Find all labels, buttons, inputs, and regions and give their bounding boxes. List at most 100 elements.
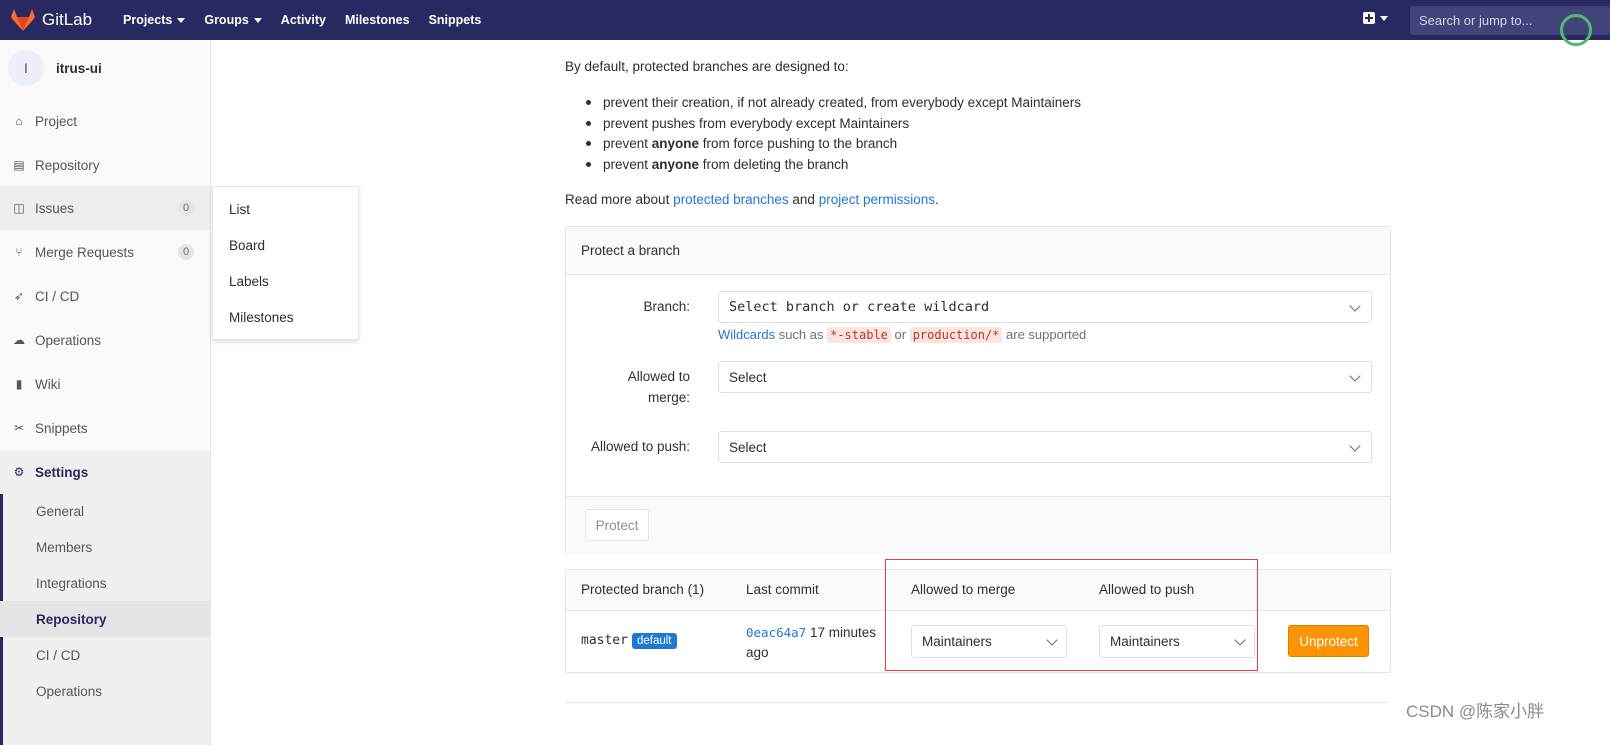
bullet-text: from deleting the branch [699, 157, 849, 172]
flyout-item-board[interactable]: Board [229, 227, 265, 263]
project-avatar: I [8, 50, 44, 86]
chevron-down-icon [1349, 440, 1361, 452]
settings-sub-general[interactable]: General [36, 493, 84, 529]
sidebar-item-snippets[interactable]: ✂ Snippets [0, 406, 210, 450]
chevron-down-icon [1349, 300, 1361, 312]
branch-select-placeholder: Select branch or create wildcard [729, 299, 990, 315]
nav-milestones[interactable]: Milestones [345, 13, 410, 27]
hint-text: are supported [1002, 327, 1087, 342]
nav-groups-label: Groups [204, 13, 249, 27]
settings-sub-members[interactable]: Members [36, 529, 92, 565]
user-avatar[interactable] [1560, 14, 1592, 46]
sidebar-item-ci-cd[interactable]: ➶ CI / CD [0, 274, 210, 318]
bullet-text: from force pushing to the branch [699, 136, 898, 151]
annotation-highlight-box [885, 559, 1258, 671]
sidebar-item-label: Issues [35, 200, 75, 216]
document-icon: ▤ [13, 158, 25, 172]
merge-requests-count-badge: 0 [178, 244, 194, 260]
chevron-down-icon [177, 17, 186, 23]
commit-time-suffix: ago [746, 645, 769, 660]
settings-sub-repository[interactable]: Repository [36, 601, 107, 637]
rocket-icon: ➶ [13, 289, 25, 303]
plus-icon [1363, 12, 1375, 24]
nav-projects-label: Projects [123, 13, 173, 27]
sidebar-item-label: Wiki [35, 376, 61, 392]
settings-sub-integrations[interactable]: Integrations [36, 565, 107, 601]
divider [565, 702, 1389, 703]
nav-activity[interactable]: Activity [281, 13, 326, 27]
sidebar-item-operations[interactable]: ☁ Operations [0, 318, 210, 362]
allowed-to-push-value: Select [729, 440, 767, 455]
protect-branch-panel: Protect a branch Branch: Select branch o… [565, 226, 1391, 554]
sidebar-item-label: Project [35, 113, 78, 129]
project-name: itrus-ui [56, 60, 102, 76]
sidebar-item-project[interactable]: ⌂ Project [0, 99, 210, 143]
nav-projects[interactable]: Projects [123, 13, 186, 27]
bullet-bold: anyone [651, 136, 700, 151]
panel-footer: Protect [566, 496, 1390, 554]
project-permissions-link[interactable]: project permissions [819, 192, 935, 207]
merge-label-line1: Allowed to [627, 369, 690, 384]
branch-select[interactable]: Select branch or create wildcard [718, 291, 1372, 323]
flyout-item-labels[interactable]: Labels [229, 263, 269, 299]
read-more-text: Read more about protected branches and p… [565, 192, 939, 207]
hint-code-production: production/* [909, 327, 1003, 343]
protect-button[interactable]: Protect [585, 509, 649, 541]
default-badge: default [631, 633, 677, 649]
hint-code-stable: *-stable [827, 327, 891, 343]
allowed-to-merge-select[interactable]: Select [718, 361, 1372, 393]
bullet-text: prevent their creation, if not already c… [603, 95, 1081, 110]
rule-bullet: prevent anyone from force pushing to the… [586, 136, 897, 151]
chevron-down-icon [1380, 15, 1388, 21]
flyout-item-list[interactable]: List [229, 191, 250, 227]
merge-label-line2: merge: [647, 390, 690, 405]
book-icon: ▮ [15, 377, 23, 391]
nav-groups[interactable]: Groups [204, 13, 262, 27]
commit-time: 17 minutes [809, 625, 877, 640]
sidebar-item-label: Snippets [35, 420, 88, 436]
read-more-and: and [788, 192, 819, 207]
new-dropdown-button[interactable] [1363, 12, 1388, 24]
sidebar-item-label: Merge Requests [35, 244, 135, 260]
rule-bullet: prevent anyone from deleting the branch [586, 157, 848, 172]
branch-label: Branch: [643, 299, 690, 314]
top-navbar: GitLab Projects Groups Activity Mileston… [0, 0, 1610, 46]
project-sidebar: I itrus-ui ⌂ Project ▤ Repository ◫ Issu… [0, 40, 211, 745]
sidebar-item-repository[interactable]: ▤ Repository [0, 143, 210, 187]
issues-count-badge: 0 [178, 200, 194, 216]
last-commit-cell: 0eac64a7 17 minutes ago [746, 623, 876, 663]
project-header[interactable]: I itrus-ui [8, 50, 102, 86]
col-last-commit: Last commit [746, 582, 819, 597]
gear-icon: ⚙ [13, 465, 25, 479]
hint-text: or [890, 327, 910, 342]
sidebar-item-label: Settings [35, 464, 89, 480]
unprotect-button[interactable]: Unprotect [1288, 625, 1369, 657]
protected-branches-link[interactable]: protected branches [673, 192, 789, 207]
allowed-to-merge-value: Select [729, 370, 767, 385]
brand-name: GitLab [42, 10, 93, 29]
bullet-text: prevent [603, 157, 652, 172]
sidebar-item-issues[interactable]: ◫ Issues 0 [0, 186, 210, 230]
watermark: CSDN @陈家小胖 [1406, 702, 1545, 721]
flyout-item-milestones[interactable]: Milestones [229, 299, 294, 335]
sidebar-item-merge-requests[interactable]: ⑂ Merge Requests 0 [0, 230, 210, 274]
nav-snippets[interactable]: Snippets [429, 13, 482, 27]
settings-sub-ci-cd[interactable]: CI / CD [36, 637, 80, 673]
commit-sha-link[interactable]: 0eac64a7 [746, 625, 806, 640]
wildcards-link[interactable]: Wildcards [718, 327, 775, 342]
sidebar-item-wiki[interactable]: ▮ Wiki [0, 362, 210, 406]
intro-text: By default, protected branches are desig… [565, 59, 849, 74]
bullet-text: prevent [603, 136, 652, 151]
bullet-text: prevent pushes from everybody except Mai… [603, 116, 910, 131]
panel-title: Protect a branch [581, 243, 681, 258]
allowed-to-push-label: Allowed to push: [590, 439, 690, 454]
gitlab-logo[interactable]: GitLab [10, 8, 92, 32]
chevron-down-icon [253, 17, 262, 23]
cloud-gear-icon: ☁ [13, 333, 25, 347]
allowed-to-push-select[interactable]: Select [718, 431, 1372, 463]
issues-flyout-menu: List Board Labels Milestones [212, 186, 359, 340]
sidebar-item-settings[interactable]: ⚙ Settings [0, 450, 210, 494]
gitlab-fox-icon [11, 9, 35, 31]
col-protected-branch: Protected branch (1) [581, 582, 705, 597]
settings-sub-operations[interactable]: Operations [36, 673, 102, 709]
